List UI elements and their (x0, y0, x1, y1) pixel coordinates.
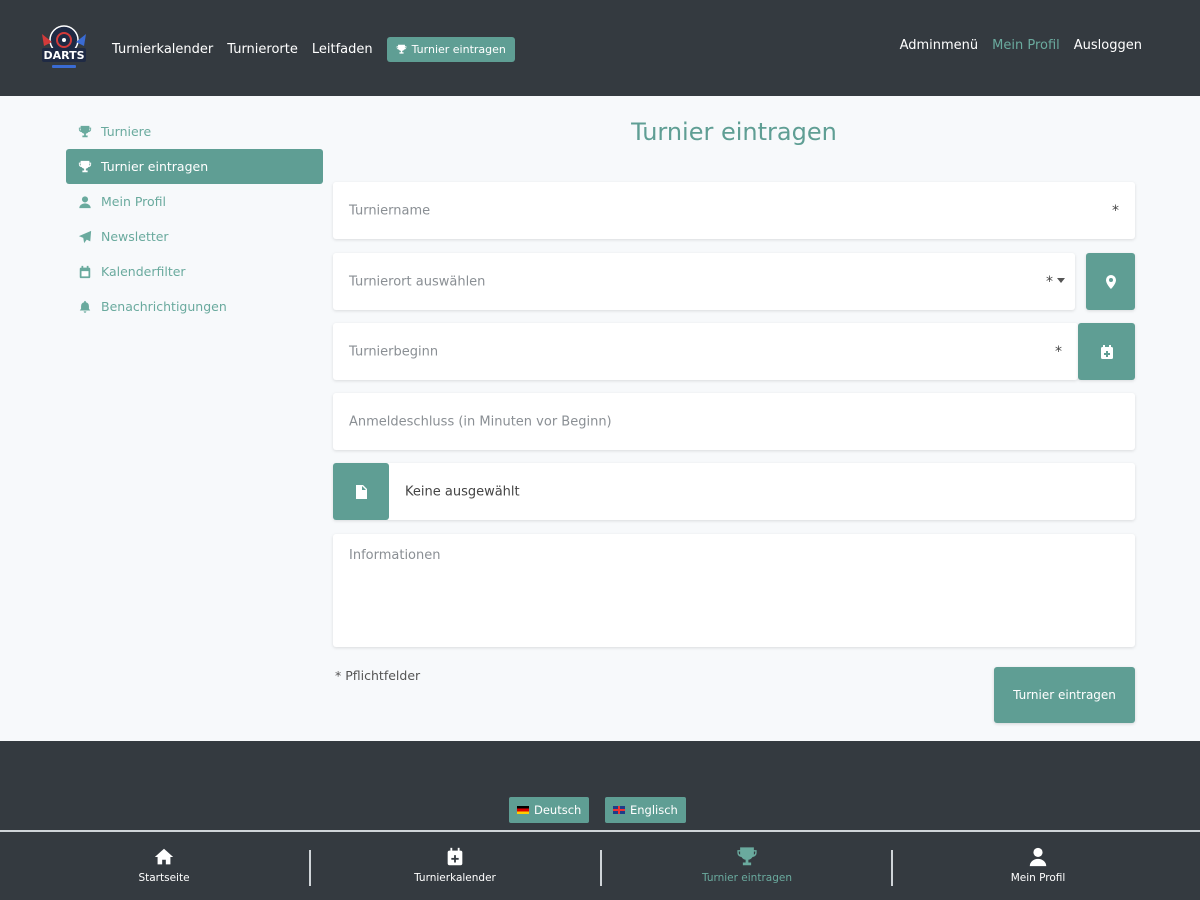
sidebar-item-label: Mein Profil (101, 194, 167, 209)
sidebar-item-label: Newsletter (101, 229, 169, 244)
required-marker: * (1055, 343, 1062, 360)
date-picker-button[interactable] (1078, 323, 1135, 380)
required-marker: * (1112, 202, 1119, 219)
uk-flag-icon (613, 806, 625, 814)
sidebar-item-newsletter[interactable]: Newsletter (66, 219, 323, 254)
language-englisch-button[interactable]: Englisch (605, 797, 686, 823)
language-label: Englisch (630, 803, 678, 817)
top-navbar: DARTS Turnierkalender Turnierorte Leitfa… (0, 0, 1200, 96)
calendar-plus-icon (1100, 344, 1113, 359)
bottom-nav-mein-profil[interactable]: Mein Profil (938, 846, 1138, 884)
chevron-down-icon (1057, 278, 1065, 283)
darts-logo[interactable]: DARTS (36, 20, 92, 72)
required-fields-label: Pflichtfelder (345, 668, 421, 683)
sidebar: Turniere Turnier eintragen Mein Profil N… (66, 114, 323, 324)
nav-turnierkalender[interactable]: Turnierkalender (112, 42, 213, 57)
trophy-icon (737, 847, 757, 866)
paper-plane-icon (78, 230, 92, 243)
german-flag-icon (517, 806, 529, 814)
file-upload-status: Keine ausgewählt (405, 484, 520, 499)
footer (0, 741, 1200, 830)
nav-ausloggen[interactable]: Ausloggen (1074, 38, 1142, 53)
bottom-nav-startseite[interactable]: Startseite (64, 846, 264, 884)
required-marker: * (335, 668, 342, 683)
tournament-name-field[interactable]: Turniername * (333, 182, 1135, 239)
required-marker: * (1046, 273, 1053, 290)
language-label: Deutsch (534, 803, 582, 817)
sidebar-item-turniere[interactable]: Turniere (66, 114, 323, 149)
sidebar-item-mein-profil[interactable]: Mein Profil (66, 184, 323, 219)
file-upload-field[interactable]: Keine ausgewählt (333, 463, 1135, 520)
nav-turnier-eintragen-button[interactable]: Turnier eintragen (386, 36, 515, 62)
bottom-nav-divider (600, 850, 602, 886)
home-icon (154, 848, 174, 865)
bottom-nav-turnierkalender[interactable]: Turnierkalender (355, 846, 555, 884)
sidebar-item-turnier-eintragen[interactable]: Turnier eintragen (66, 149, 323, 184)
tournament-location-select[interactable]: Turnierort auswählen * (333, 253, 1075, 310)
required-fields-note: * Pflichtfelder (335, 668, 420, 683)
nav-mein-profil[interactable]: Mein Profil (992, 38, 1060, 53)
bottom-nav-label: Turnier eintragen (702, 872, 792, 884)
user-icon (1029, 847, 1047, 867)
sidebar-item-label: Turnier eintragen (101, 159, 209, 174)
main-nav: Turnierkalender Turnierorte Leitfaden Tu… (112, 36, 515, 62)
nav-button-label: Turnier eintragen (411, 42, 506, 56)
map-pin-icon (1105, 274, 1116, 289)
user-nav: Adminmenü Mein Profil Ausloggen (900, 38, 1142, 53)
sidebar-item-label: Turniere (101, 124, 152, 139)
calendar-plus-icon (447, 847, 463, 866)
bottom-nav-turnier-eintragen[interactable]: Turnier eintragen (647, 846, 847, 884)
submit-tournament-button[interactable]: Turnier eintragen (994, 667, 1135, 723)
bottom-navbar: Startseite Turnierkalender Turnier eintr… (0, 830, 1200, 900)
trophy-icon (78, 125, 92, 137)
file-icon (356, 484, 367, 499)
tournament-location-placeholder: Turnierort auswählen (349, 274, 486, 289)
logo-text: DARTS (43, 49, 84, 62)
nav-leitfaden[interactable]: Leitfaden (312, 42, 373, 57)
file-upload-button[interactable] (333, 463, 389, 520)
sidebar-item-label: Benachrichtigungen (101, 299, 227, 314)
map-pin-button[interactable] (1086, 253, 1135, 310)
tournament-name-placeholder: Turniername (349, 203, 431, 218)
registration-deadline-field[interactable]: Anmeldeschluss (in Minuten vor Beginn) (333, 393, 1135, 450)
bottom-nav-label: Mein Profil (1010, 872, 1066, 884)
trophy-icon (396, 44, 406, 54)
page-title: Turnier eintragen (631, 118, 837, 146)
bell-icon (79, 300, 91, 313)
registration-deadline-placeholder: Anmeldeschluss (in Minuten vor Beginn) (349, 414, 612, 429)
bottom-nav-label: Turnierkalender (414, 872, 496, 884)
calendar-icon (79, 265, 91, 278)
language-deutsch-button[interactable]: Deutsch (509, 797, 590, 823)
tournament-start-field[interactable]: Turnierbeginn * (333, 323, 1078, 380)
information-placeholder: Informationen (349, 548, 441, 563)
trophy-icon (78, 160, 92, 172)
sidebar-item-benachrichtigungen[interactable]: Benachrichtigungen (66, 289, 323, 324)
tournament-start-placeholder: Turnierbeginn (349, 344, 439, 359)
nav-adminmenu[interactable]: Adminmenü (900, 38, 979, 53)
bottom-nav-label: Startseite (138, 872, 190, 884)
bottom-nav-divider (309, 850, 311, 886)
user-icon (79, 195, 91, 208)
bottom-nav-divider (891, 850, 893, 886)
sidebar-item-label: Kalenderfilter (101, 264, 186, 279)
sidebar-item-kalenderfilter[interactable]: Kalenderfilter (66, 254, 323, 289)
information-textarea[interactable]: Informationen (333, 534, 1135, 647)
nav-turnierorte[interactable]: Turnierorte (227, 42, 298, 57)
